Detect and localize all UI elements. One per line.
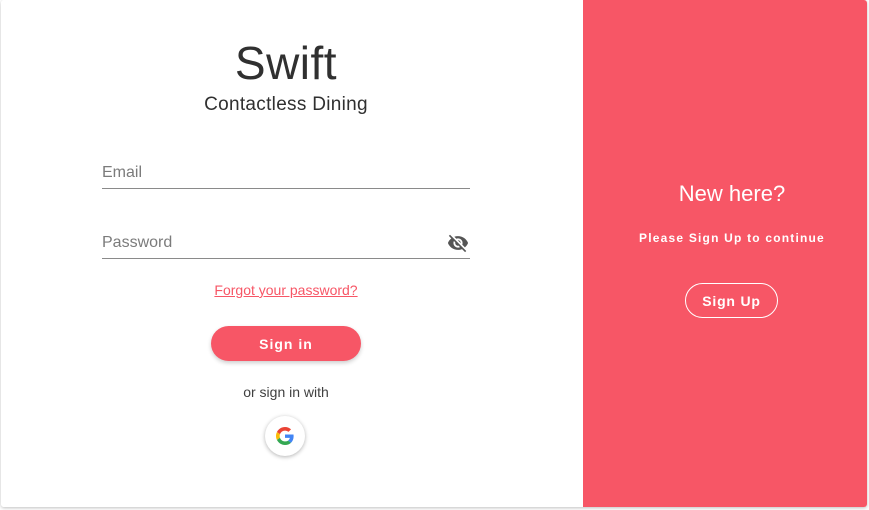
app-title: Swift xyxy=(234,37,338,89)
auth-card: Swift Contactless Dining Forgot your pas… xyxy=(1,0,867,507)
alt-signin-label: or sign in with xyxy=(243,384,329,400)
google-signin-button[interactable] xyxy=(265,416,305,456)
signin-button[interactable]: Sign in xyxy=(211,326,361,361)
signup-button[interactable]: Sign Up xyxy=(685,283,778,318)
login-panel: Swift Contactless Dining Forgot your pas… xyxy=(1,0,583,507)
signup-panel-subtitle: Please Sign Up to continue xyxy=(639,231,825,245)
email-field[interactable] xyxy=(102,160,432,186)
password-field[interactable] xyxy=(102,230,432,256)
password-field-container xyxy=(102,230,470,259)
eye-off-icon[interactable] xyxy=(446,232,470,254)
app-subtitle: Contactless Dining xyxy=(204,94,368,115)
email-field-container xyxy=(102,160,470,189)
forgot-password-link[interactable]: Forgot your password? xyxy=(1,282,571,298)
signup-panel-title: New here? xyxy=(678,181,786,206)
google-icon xyxy=(276,427,294,445)
signup-panel: New here? Please Sign Up to continue Sig… xyxy=(583,0,867,507)
